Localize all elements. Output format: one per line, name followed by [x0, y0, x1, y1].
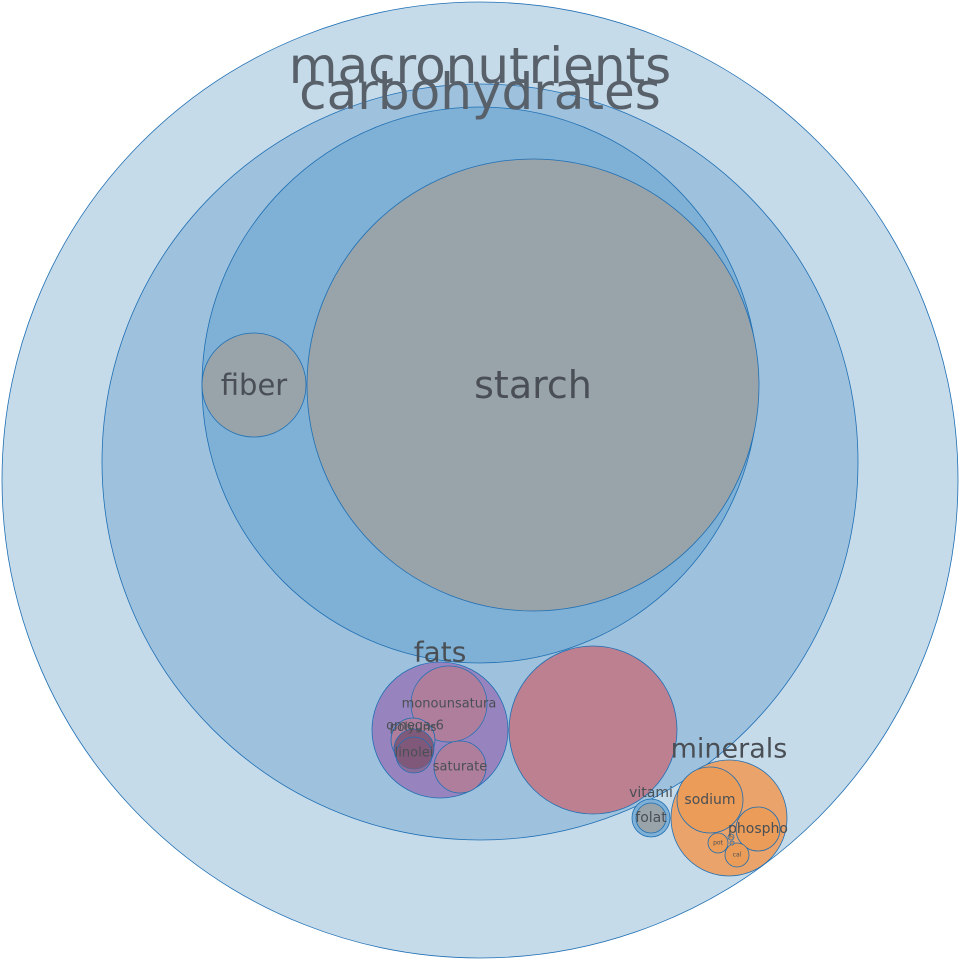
nutrient-bubble-chart: macronutrients carbohydrates starch fiber fa…: [0, 0, 960, 960]
bubble-label-carbohydrates: carbohydrates: [299, 63, 661, 121]
bubble-label-linoleic: linolei: [395, 746, 434, 761]
bubble-label-folate: folat: [635, 810, 667, 826]
bubble-label-starch: starch: [474, 363, 592, 407]
bubble-label-fats: fats: [414, 636, 467, 669]
bubble-label-magnesium: m: [729, 835, 733, 840]
bubble-chart-svg: macronutrientscarbohydratesstarchfiberfa…: [1, 1, 959, 959]
bubble-label-fiber: fiber: [221, 368, 288, 402]
bubble-layer: [1, 1, 959, 959]
bubble-label-potassium: pot: [713, 840, 723, 847]
bubble-label-calcium: cal: [733, 852, 742, 859]
bubble-label-vitamins: vitami: [629, 785, 673, 801]
bubble-label-phosphorus: phospho: [728, 821, 788, 837]
bubble-label-omega-6: omega-6: [386, 719, 444, 734]
bubble-label-sodium: sodium: [684, 792, 735, 808]
bubble-label-saturated: saturate: [433, 760, 487, 775]
bubble-label-minerals: minerals: [671, 734, 788, 765]
bubble-label-monounsaturated: monounsatura: [402, 697, 497, 712]
